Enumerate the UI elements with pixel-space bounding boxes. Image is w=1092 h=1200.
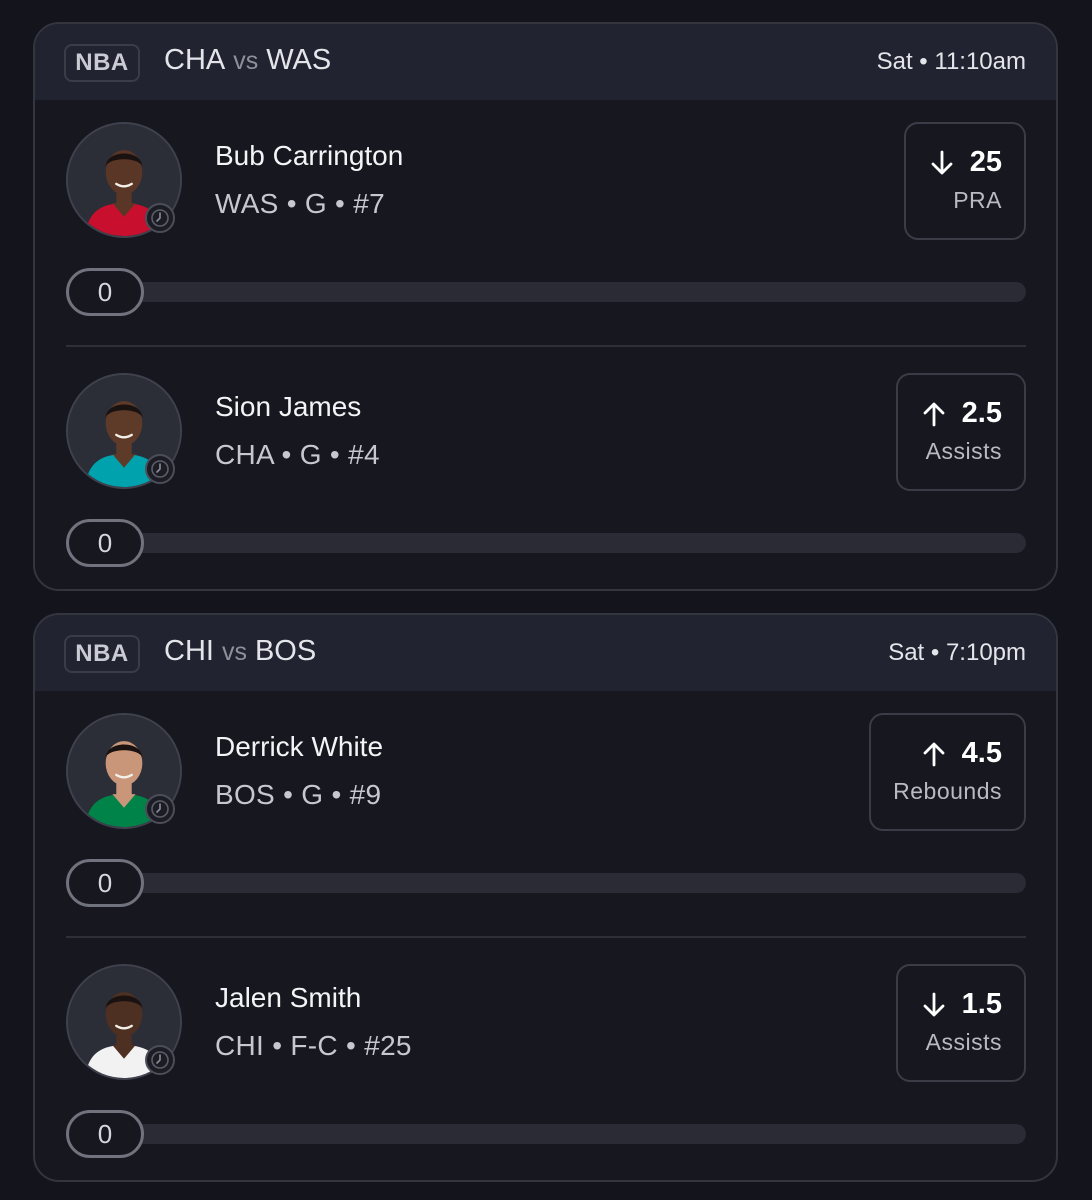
clock-icon <box>145 203 175 233</box>
progress-value: 0 <box>66 519 144 567</box>
progress-track <box>95 1124 1026 1144</box>
line-value: 25 <box>969 146 1002 178</box>
away-team: WAS <box>266 44 332 76</box>
line-stat: Assists <box>925 1029 1002 1055</box>
line-stat: Rebounds <box>893 778 1002 804</box>
vs-label: vs <box>233 47 259 75</box>
game-time: Sat • 11:10am <box>876 48 1026 75</box>
line-value: 1.5 <box>961 988 1002 1020</box>
league-badge: NBA <box>64 44 140 82</box>
clock-icon <box>145 1045 175 1075</box>
game-card: NBA CHA vs WAS Sat • 11:10am Bub Carringto… <box>33 22 1058 591</box>
player-meta: CHI • F-C • #25 <box>215 1030 412 1061</box>
game-time: Sat • 7:10pm <box>888 639 1026 666</box>
line-box[interactable]: 1.5 Assists <box>895 964 1026 1082</box>
home-team: CHI <box>164 635 214 667</box>
vs-label: vs <box>221 638 247 666</box>
player-name: Derrick White <box>215 731 384 762</box>
line-box[interactable]: 4.5 Rebounds <box>869 713 1026 831</box>
line-value: 2.5 <box>961 397 1002 429</box>
line-box[interactable]: 25 PRA <box>903 122 1026 240</box>
progress-track <box>95 282 1026 302</box>
game-header: NBA CHA vs WAS Sat • 11:10am <box>35 24 1056 100</box>
player-row[interactable]: Bub Carrington WAS • G • #7 25 PRA 0 <box>35 100 1056 350</box>
player-name: Sion James <box>215 391 362 422</box>
progress-value: 0 <box>66 268 144 316</box>
line-stat: PRA <box>953 187 1002 213</box>
player-row[interactable]: Derrick White BOS • G • #9 4.5 Rebounds … <box>35 691 1056 941</box>
game-card: NBA CHI vs BOS Sat • 7:10pm Derrick White … <box>33 613 1058 1182</box>
player-name: Bub Carrington <box>215 140 404 171</box>
arrow-up-icon <box>920 400 948 428</box>
line-stat: Assists <box>925 438 1002 464</box>
matchup: CHI vs BOS <box>164 635 316 668</box>
player-name: Jalen Smith <box>215 982 362 1013</box>
arrow-down-icon <box>928 149 956 177</box>
game-header: NBA CHI vs BOS Sat • 7:10pm <box>35 615 1056 691</box>
home-team: CHA <box>164 44 226 76</box>
player-row[interactable]: Jalen Smith CHI • F-C • #25 1.5 Assists … <box>35 942 1056 1180</box>
clock-icon <box>145 454 175 484</box>
away-team: BOS <box>254 635 317 667</box>
divider <box>66 345 1026 347</box>
progress-track <box>95 873 1026 893</box>
player-meta: WAS • G • #7 <box>215 188 385 219</box>
player-meta: BOS • G • #9 <box>215 779 382 810</box>
progress-track <box>95 533 1026 553</box>
player-row[interactable]: Sion James CHA • G • #4 2.5 Assists 0 <box>35 351 1056 589</box>
clock-icon <box>145 794 175 824</box>
league-badge: NBA <box>64 635 140 673</box>
divider <box>66 936 1026 938</box>
progress-value: 0 <box>66 859 144 907</box>
line-value: 4.5 <box>961 737 1002 769</box>
arrow-up-icon <box>920 740 948 768</box>
arrow-down-icon <box>920 991 948 1019</box>
player-meta: CHA • G • #4 <box>215 439 380 470</box>
progress-value: 0 <box>66 1110 144 1158</box>
line-box[interactable]: 2.5 Assists <box>895 373 1026 491</box>
matchup: CHA vs WAS <box>164 44 331 77</box>
